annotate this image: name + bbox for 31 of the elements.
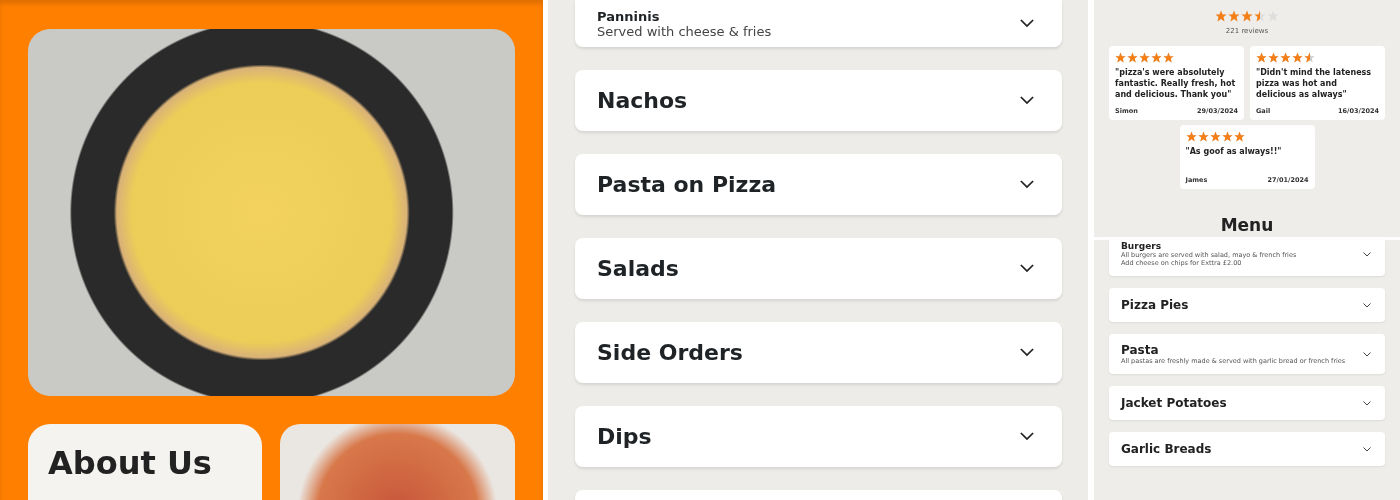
menu-category[interactable]: Jacket Potatoes — [1109, 386, 1385, 421]
category-title: Pasta on Pizza — [597, 172, 777, 197]
review-text: "As goof as always!!" — [1185, 147, 1283, 159]
category-title: Pasta — [1121, 343, 1160, 358]
category-title: Panninis — [597, 8, 661, 24]
chevron-down-icon — [1363, 302, 1371, 308]
menu-category[interactable]: Dips — [575, 406, 1062, 467]
menu-category[interactable]: Panninis Served with cheese & fries — [575, 0, 1062, 47]
menu-heading: Menu — [1220, 215, 1274, 236]
chevron-down-icon — [1363, 446, 1371, 452]
menu-category[interactable]: Pasta on Pizza — [575, 154, 1062, 215]
category-subtitle: Served with cheese & fries — [597, 23, 772, 39]
menu-category[interactable]: Pizza Pies — [1109, 288, 1385, 323]
category-title: Dips — [597, 424, 652, 449]
menu-category[interactable]: Nachos — [575, 70, 1062, 131]
category-title: Salads — [597, 256, 679, 281]
review-text: "Didn't mind the lateness pizza was hot and delicious as always" — [1256, 68, 1373, 101]
chevron-down-icon — [1363, 251, 1371, 257]
menu-category[interactable]: Garlic Breads — [1109, 432, 1385, 467]
category-title: Jacket Potatoes — [1121, 396, 1227, 411]
chevron-down-icon — [1363, 351, 1371, 357]
review-text: "pizza's were absolutely fantastic. Really fresh, hot and delicious. Thank you" — [1115, 68, 1237, 101]
category-title: Garlic Breads — [1121, 442, 1212, 457]
about-title: About Us — [48, 444, 212, 482]
menu-category[interactable]: Salads — [575, 238, 1062, 299]
menu-category[interactable]: Side Orders — [575, 322, 1062, 383]
category-title: Pizza Pies — [1121, 298, 1189, 313]
chevron-down-icon — [1363, 400, 1371, 406]
category-title: Burgers — [1121, 241, 1163, 252]
category-title: Nachos — [597, 88, 688, 113]
category-title: Side Orders — [597, 340, 743, 365]
